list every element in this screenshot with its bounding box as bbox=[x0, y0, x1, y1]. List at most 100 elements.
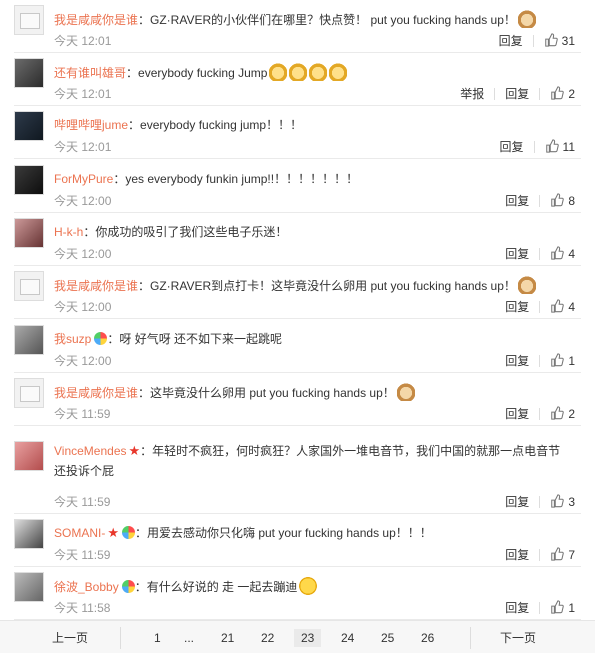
comment-actions: 回复 1 bbox=[505, 353, 575, 369]
avatar[interactable] bbox=[14, 58, 44, 88]
cat-emoji-icon bbox=[329, 63, 348, 81]
comment-text: ：呀 好气呀 还不如下来一起跳呢 bbox=[107, 332, 283, 346]
thumbs-up-icon bbox=[545, 139, 559, 153]
username-link[interactable]: 还有谁叫雄哥 bbox=[54, 66, 126, 80]
reply-button[interactable]: 回复 bbox=[505, 548, 529, 562]
username-link[interactable]: VinceMendes bbox=[54, 444, 127, 458]
avatar[interactable] bbox=[14, 5, 44, 35]
action-separator bbox=[539, 549, 541, 561]
username-link[interactable]: ForMyPure bbox=[54, 172, 113, 186]
avatar[interactable] bbox=[14, 378, 44, 408]
avatar[interactable] bbox=[14, 218, 44, 248]
avatar[interactable] bbox=[14, 111, 44, 141]
dog-emoji-icon bbox=[517, 276, 536, 294]
star-badge-icon: ★ bbox=[128, 443, 141, 458]
comment-content: H-k-h：你成功的吸引了我们这些电子乐迷！ bbox=[54, 223, 287, 241]
comment-item: SOMANI- ★ ：用爱去感动你只化嗨 put your fucking hand… bbox=[0, 514, 595, 567]
comment-time: 今天 12:00 bbox=[54, 194, 112, 208]
comment-actions: 举报 回复 2 bbox=[460, 86, 575, 102]
page-1-button[interactable]: 1 bbox=[154, 629, 161, 647]
page-ellipsis: ... bbox=[184, 631, 195, 645]
report-button[interactable]: 举报 bbox=[460, 87, 484, 101]
comment-item: 我suzp ：呀 好气呀 还不如下来一起跳呢 今天 12:00 回复 1 bbox=[0, 320, 595, 373]
like-button[interactable]: 4 bbox=[550, 246, 575, 261]
balloon-badge-icon bbox=[121, 580, 135, 593]
prev-page-button[interactable]: 上一页 bbox=[52, 629, 88, 647]
like-count: 4 bbox=[568, 300, 575, 314]
username-link[interactable]: 我是咸咸你是谁 bbox=[54, 13, 138, 27]
reply-button[interactable]: 回复 bbox=[505, 495, 529, 509]
action-separator bbox=[539, 496, 541, 508]
action-separator bbox=[539, 602, 541, 614]
avatar[interactable] bbox=[14, 441, 44, 471]
next-page-button[interactable]: 下一页 bbox=[500, 629, 536, 647]
page-25-button[interactable]: 25 bbox=[381, 629, 394, 647]
comment-actions: 回复 2 bbox=[505, 406, 575, 422]
username-link[interactable]: 我是咸咸你是谁 bbox=[54, 386, 138, 400]
pager-divider bbox=[120, 627, 121, 649]
dog-emoji-icon bbox=[396, 383, 415, 401]
comment-item: 我是咸咸你是谁：GZ·RAVER的小伙伴们在哪里？快点赞！ put you fu… bbox=[0, 0, 595, 53]
like-count: 11 bbox=[562, 140, 575, 154]
avatar[interactable] bbox=[14, 271, 44, 301]
like-button[interactable]: 2 bbox=[550, 406, 575, 421]
comment-content: SOMANI- ★ ：用爱去感动你只化嗨 put your fucking hand… bbox=[54, 524, 432, 542]
reply-button[interactable]: 回复 bbox=[499, 34, 523, 48]
like-button[interactable]: 31 bbox=[544, 33, 575, 48]
reply-button[interactable]: 回复 bbox=[505, 87, 529, 101]
reply-button[interactable]: 回复 bbox=[500, 140, 524, 154]
comment-text: ：everybody fucking Jump bbox=[126, 66, 268, 80]
comment-content: ForMyPure：yes everybody funkin jump!!！！！… bbox=[54, 170, 358, 188]
page-22-button[interactable]: 22 bbox=[261, 629, 274, 647]
reply-button[interactable]: 回复 bbox=[505, 194, 529, 208]
page-26-button[interactable]: 26 bbox=[421, 629, 434, 647]
comment-time: 今天 12:01 bbox=[54, 87, 112, 101]
page-24-button[interactable]: 24 bbox=[341, 629, 354, 647]
avatar[interactable] bbox=[14, 325, 44, 355]
comment-item: 还有谁叫雄哥：everybody fucking Jump 今天 12:01 举报 回… bbox=[0, 53, 595, 106]
comment-time: 今天 11:59 bbox=[54, 407, 111, 421]
like-button[interactable]: 1 bbox=[550, 353, 575, 368]
username-link[interactable]: 徐波_Bobby bbox=[54, 580, 119, 594]
username-link[interactable]: 我是咸咸你是谁 bbox=[54, 279, 138, 293]
like-button[interactable]: 3 bbox=[550, 494, 575, 509]
comment-item: H-k-h：你成功的吸引了我们这些电子乐迷！ 今天 12:00 回复 4 bbox=[0, 213, 595, 266]
action-separator bbox=[539, 301, 541, 313]
like-count: 7 bbox=[568, 548, 575, 562]
reply-button[interactable]: 回复 bbox=[505, 407, 529, 421]
username-link[interactable]: SOMANI- bbox=[54, 526, 105, 540]
comment-time: 今天 12:00 bbox=[54, 300, 112, 314]
comment-text: ：GZ·RAVER到点打卡！这毕竟没什么卵用 put you fucking h… bbox=[138, 279, 516, 293]
username-link[interactable]: H-k-h bbox=[54, 225, 83, 239]
username-link[interactable]: 我suzp bbox=[54, 332, 91, 346]
comment-divider bbox=[14, 425, 581, 426]
page-21-button[interactable]: 21 bbox=[221, 629, 234, 647]
cat-emoji-icon bbox=[269, 63, 288, 81]
like-button[interactable]: 8 bbox=[550, 193, 575, 208]
thumbs-up-icon bbox=[544, 33, 558, 47]
like-count: 1 bbox=[568, 601, 575, 615]
avatar[interactable] bbox=[14, 572, 44, 602]
reply-button[interactable]: 回复 bbox=[505, 247, 529, 261]
reply-button[interactable]: 回复 bbox=[505, 601, 529, 615]
like-button[interactable]: 7 bbox=[550, 547, 575, 562]
avatar[interactable] bbox=[14, 519, 44, 549]
reply-button[interactable]: 回复 bbox=[505, 354, 529, 368]
thumbs-up-icon bbox=[551, 353, 565, 367]
like-button[interactable]: 11 bbox=[545, 139, 575, 154]
comment-actions: 回复 7 bbox=[505, 547, 575, 563]
action-separator bbox=[539, 195, 541, 207]
reply-button[interactable]: 回复 bbox=[505, 300, 529, 314]
cat-emoji-icon bbox=[289, 63, 308, 81]
like-button[interactable]: 1 bbox=[550, 600, 575, 615]
like-button[interactable]: 2 bbox=[550, 86, 575, 101]
comment-actions: 回复 3 bbox=[505, 494, 575, 510]
avatar[interactable] bbox=[14, 165, 44, 195]
action-separator bbox=[539, 408, 541, 420]
username-link[interactable]: 哔哩哔哩jume bbox=[54, 118, 128, 132]
like-button[interactable]: 4 bbox=[550, 299, 575, 314]
thumbs-up-icon bbox=[551, 494, 565, 508]
comment-time: 今天 11:59 bbox=[54, 495, 111, 509]
comment-actions: 回复 4 bbox=[505, 299, 575, 315]
comment-time: 今天 12:00 bbox=[54, 247, 112, 261]
